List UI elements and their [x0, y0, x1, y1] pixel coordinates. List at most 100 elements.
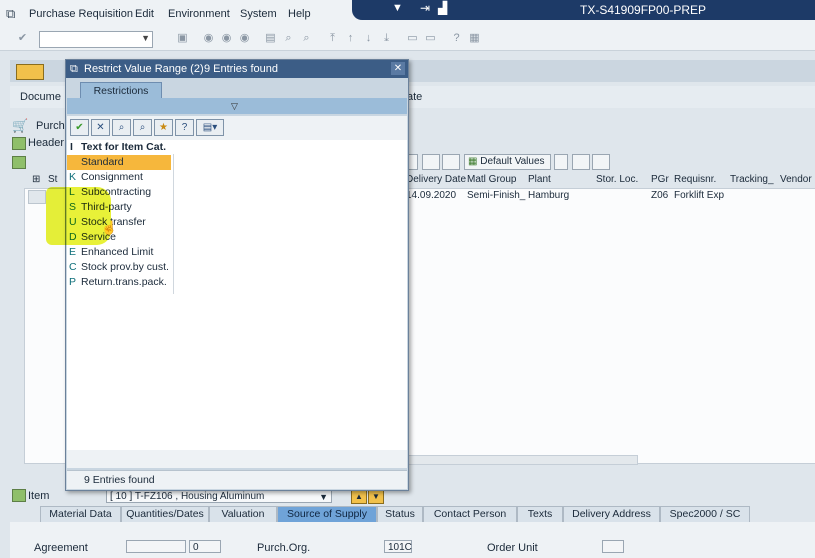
tab-texts[interactable]: Texts	[517, 506, 563, 522]
grid-tool-icon[interactable]	[572, 154, 590, 170]
check-icon[interactable]: ✔	[70, 119, 89, 136]
col-requisnr[interactable]: Requisnr.	[674, 174, 716, 185]
item-icon[interactable]	[12, 489, 26, 502]
horizontal-scrollbar[interactable]	[400, 455, 638, 465]
order-unit-input[interactable]	[602, 540, 624, 553]
default-values-icon: ▦	[468, 156, 478, 167]
row-selector[interactable]	[28, 190, 46, 204]
list-item[interactable]: E Enhanced Limit	[67, 245, 171, 260]
help-icon[interactable]: ?	[450, 32, 463, 44]
menu-edit[interactable]: Edit	[135, 8, 154, 20]
menu-purchase-requisition[interactable]: Purchase Requisition	[29, 8, 133, 20]
last-page-icon[interactable]: ⤓	[380, 32, 393, 44]
close-icon[interactable]: ✕	[391, 62, 405, 75]
find-next-icon[interactable]: ⌕	[300, 32, 313, 44]
col-stor-loc[interactable]: Stor. Loc.	[596, 174, 638, 185]
dialog-status-text: 9 Entries found	[84, 474, 155, 486]
tab-document[interactable]: Docume	[20, 91, 61, 103]
cell-requisnr[interactable]: Forklift Exp	[674, 190, 724, 201]
prev-page-icon[interactable]: ↑	[344, 32, 357, 44]
command-field[interactable]: ▼	[39, 31, 153, 48]
tab-date[interactable]: ate	[407, 91, 422, 103]
tab-source-of-supply[interactable]: Source of Supply	[277, 506, 377, 522]
find-next-icon[interactable]: ⌕	[133, 119, 152, 136]
col-vendor[interactable]: Vendor	[780, 174, 812, 185]
cell-matl-group[interactable]: Semi-Finish_	[467, 190, 525, 201]
cancel-icon[interactable]: ◉	[238, 32, 251, 44]
menu-help[interactable]: Help	[288, 8, 311, 20]
shortcut-icon[interactable]: ▭	[424, 32, 437, 44]
next-item-icon[interactable]: ▼	[368, 489, 384, 504]
list-item-text: Stock prov.by cust.	[81, 261, 169, 273]
col-key[interactable]: I	[70, 141, 73, 153]
agreement-input[interactable]	[126, 540, 186, 553]
col-text-for-item-cat[interactable]: Text for Item Cat.	[81, 141, 166, 153]
layout-icon[interactable]: ▦	[468, 32, 481, 44]
col-pgr[interactable]: PGr	[651, 174, 669, 185]
hit-list-area: ✔ ✕ ⌕ ⌕ ★ ? ▤▾ I Text for Item Cat. Stan…	[67, 116, 407, 468]
next-page-icon[interactable]: ↓	[362, 32, 375, 44]
grid-tool-icon[interactable]	[422, 154, 440, 170]
tab-delivery-address[interactable]: Delivery Address	[563, 506, 660, 522]
grid-tool-icon[interactable]	[554, 154, 568, 170]
tab-status[interactable]: Status	[377, 506, 423, 522]
cell-delivery-date[interactable]: 14.09.2020	[406, 190, 456, 201]
tab-contact-person[interactable]: Contact Person	[423, 506, 517, 522]
list-item-key: K	[69, 171, 77, 183]
col-matl-group[interactable]: Matl Group	[467, 174, 516, 185]
favorite-icon[interactable]: ★	[154, 119, 173, 136]
menu-icon[interactable]: ⧉	[6, 6, 15, 22]
print-icon[interactable]: ▤▾	[196, 119, 224, 136]
binoculars-icon[interactable]: ⌕	[112, 119, 131, 136]
item-select-value: [ 10 ] T-FZ106 , Housing Aluminum	[110, 491, 265, 502]
chevron-down-icon[interactable]: ▼	[141, 33, 150, 43]
tab-quantities-dates[interactable]: Quantities/Dates	[121, 506, 209, 522]
dropdown-icon[interactable]: ▼	[392, 2, 403, 14]
col-plant[interactable]: Plant	[528, 174, 551, 185]
menu-system[interactable]: System	[240, 8, 277, 20]
col-tracking[interactable]: Tracking_	[730, 174, 774, 185]
previous-item-icon[interactable]: ▲	[351, 489, 367, 504]
tab-material-data[interactable]: Material Data	[40, 506, 121, 522]
back-icon[interactable]: ◉	[202, 32, 215, 44]
list-item[interactable]: P Return.trans.pack.	[67, 275, 171, 290]
tab-restrictions[interactable]: Restrictions	[80, 82, 162, 99]
agreement-item-input[interactable]: 0	[189, 540, 221, 553]
item-select[interactable]: [ 10 ] T-FZ106 , Housing Aluminum ▼	[106, 489, 332, 503]
header-icon[interactable]	[12, 137, 26, 150]
list-item[interactable]: Standard	[67, 155, 171, 170]
purch-org-input[interactable]: 101C	[384, 540, 412, 553]
grid-tool-icon[interactable]	[592, 154, 610, 170]
cancel-icon[interactable]: ✕	[91, 119, 110, 136]
first-page-icon[interactable]: ⤒	[326, 32, 339, 44]
save-icon[interactable]: ▣	[176, 32, 189, 44]
grid-tool-icon[interactable]	[442, 154, 460, 170]
exit-icon[interactable]: ◉	[220, 32, 233, 44]
col-delivery-date[interactable]: Delivery Date	[406, 174, 466, 185]
dialog-title-bar[interactable]: ⧉ Restrict Value Range (2) 9 Entries fou…	[66, 60, 408, 78]
print-icon[interactable]: ▤	[264, 32, 277, 44]
col-st[interactable]: St	[48, 174, 57, 185]
list-item-text: Return.trans.pack.	[81, 276, 167, 288]
menu-environment[interactable]: Environment	[168, 8, 230, 20]
document-overview-icon[interactable]	[16, 64, 44, 80]
new-session-icon[interactable]: ▭	[406, 32, 419, 44]
collapse-icon[interactable]: ▽	[231, 101, 238, 112]
find-icon[interactable]: ⌕	[282, 32, 295, 44]
pin-icon[interactable]: ⇥	[420, 1, 430, 15]
list-item[interactable]: K Consignment	[67, 170, 171, 185]
agreement-label: Agreement	[34, 542, 88, 554]
item-overview-icon[interactable]	[12, 156, 26, 169]
cell-pgr[interactable]: Z06	[651, 190, 668, 201]
enter-icon[interactable]: ✔	[16, 32, 29, 44]
cell-plant[interactable]: Hamburg	[528, 190, 569, 201]
list-item[interactable]: C Stock prov.by cust.	[67, 260, 171, 275]
info-icon[interactable]: ?	[175, 119, 194, 136]
grid-select-icon[interactable]: ⊞	[32, 174, 40, 185]
tab-valuation[interactable]: Valuation	[209, 506, 277, 522]
chevron-down-icon[interactable]: ▼	[319, 490, 328, 504]
list-item-key: C	[69, 261, 77, 273]
default-values-button[interactable]: ▦ Default Values	[464, 154, 551, 170]
toolbar: ✔ ▼ ▣ ◉ ◉ ◉ ▤ ⌕ ⌕ ⤒ ↑ ↓ ⤓ ▭ ▭ ? ▦	[0, 28, 815, 51]
tab-spec2000-sc[interactable]: Spec2000 / SC	[660, 506, 750, 522]
